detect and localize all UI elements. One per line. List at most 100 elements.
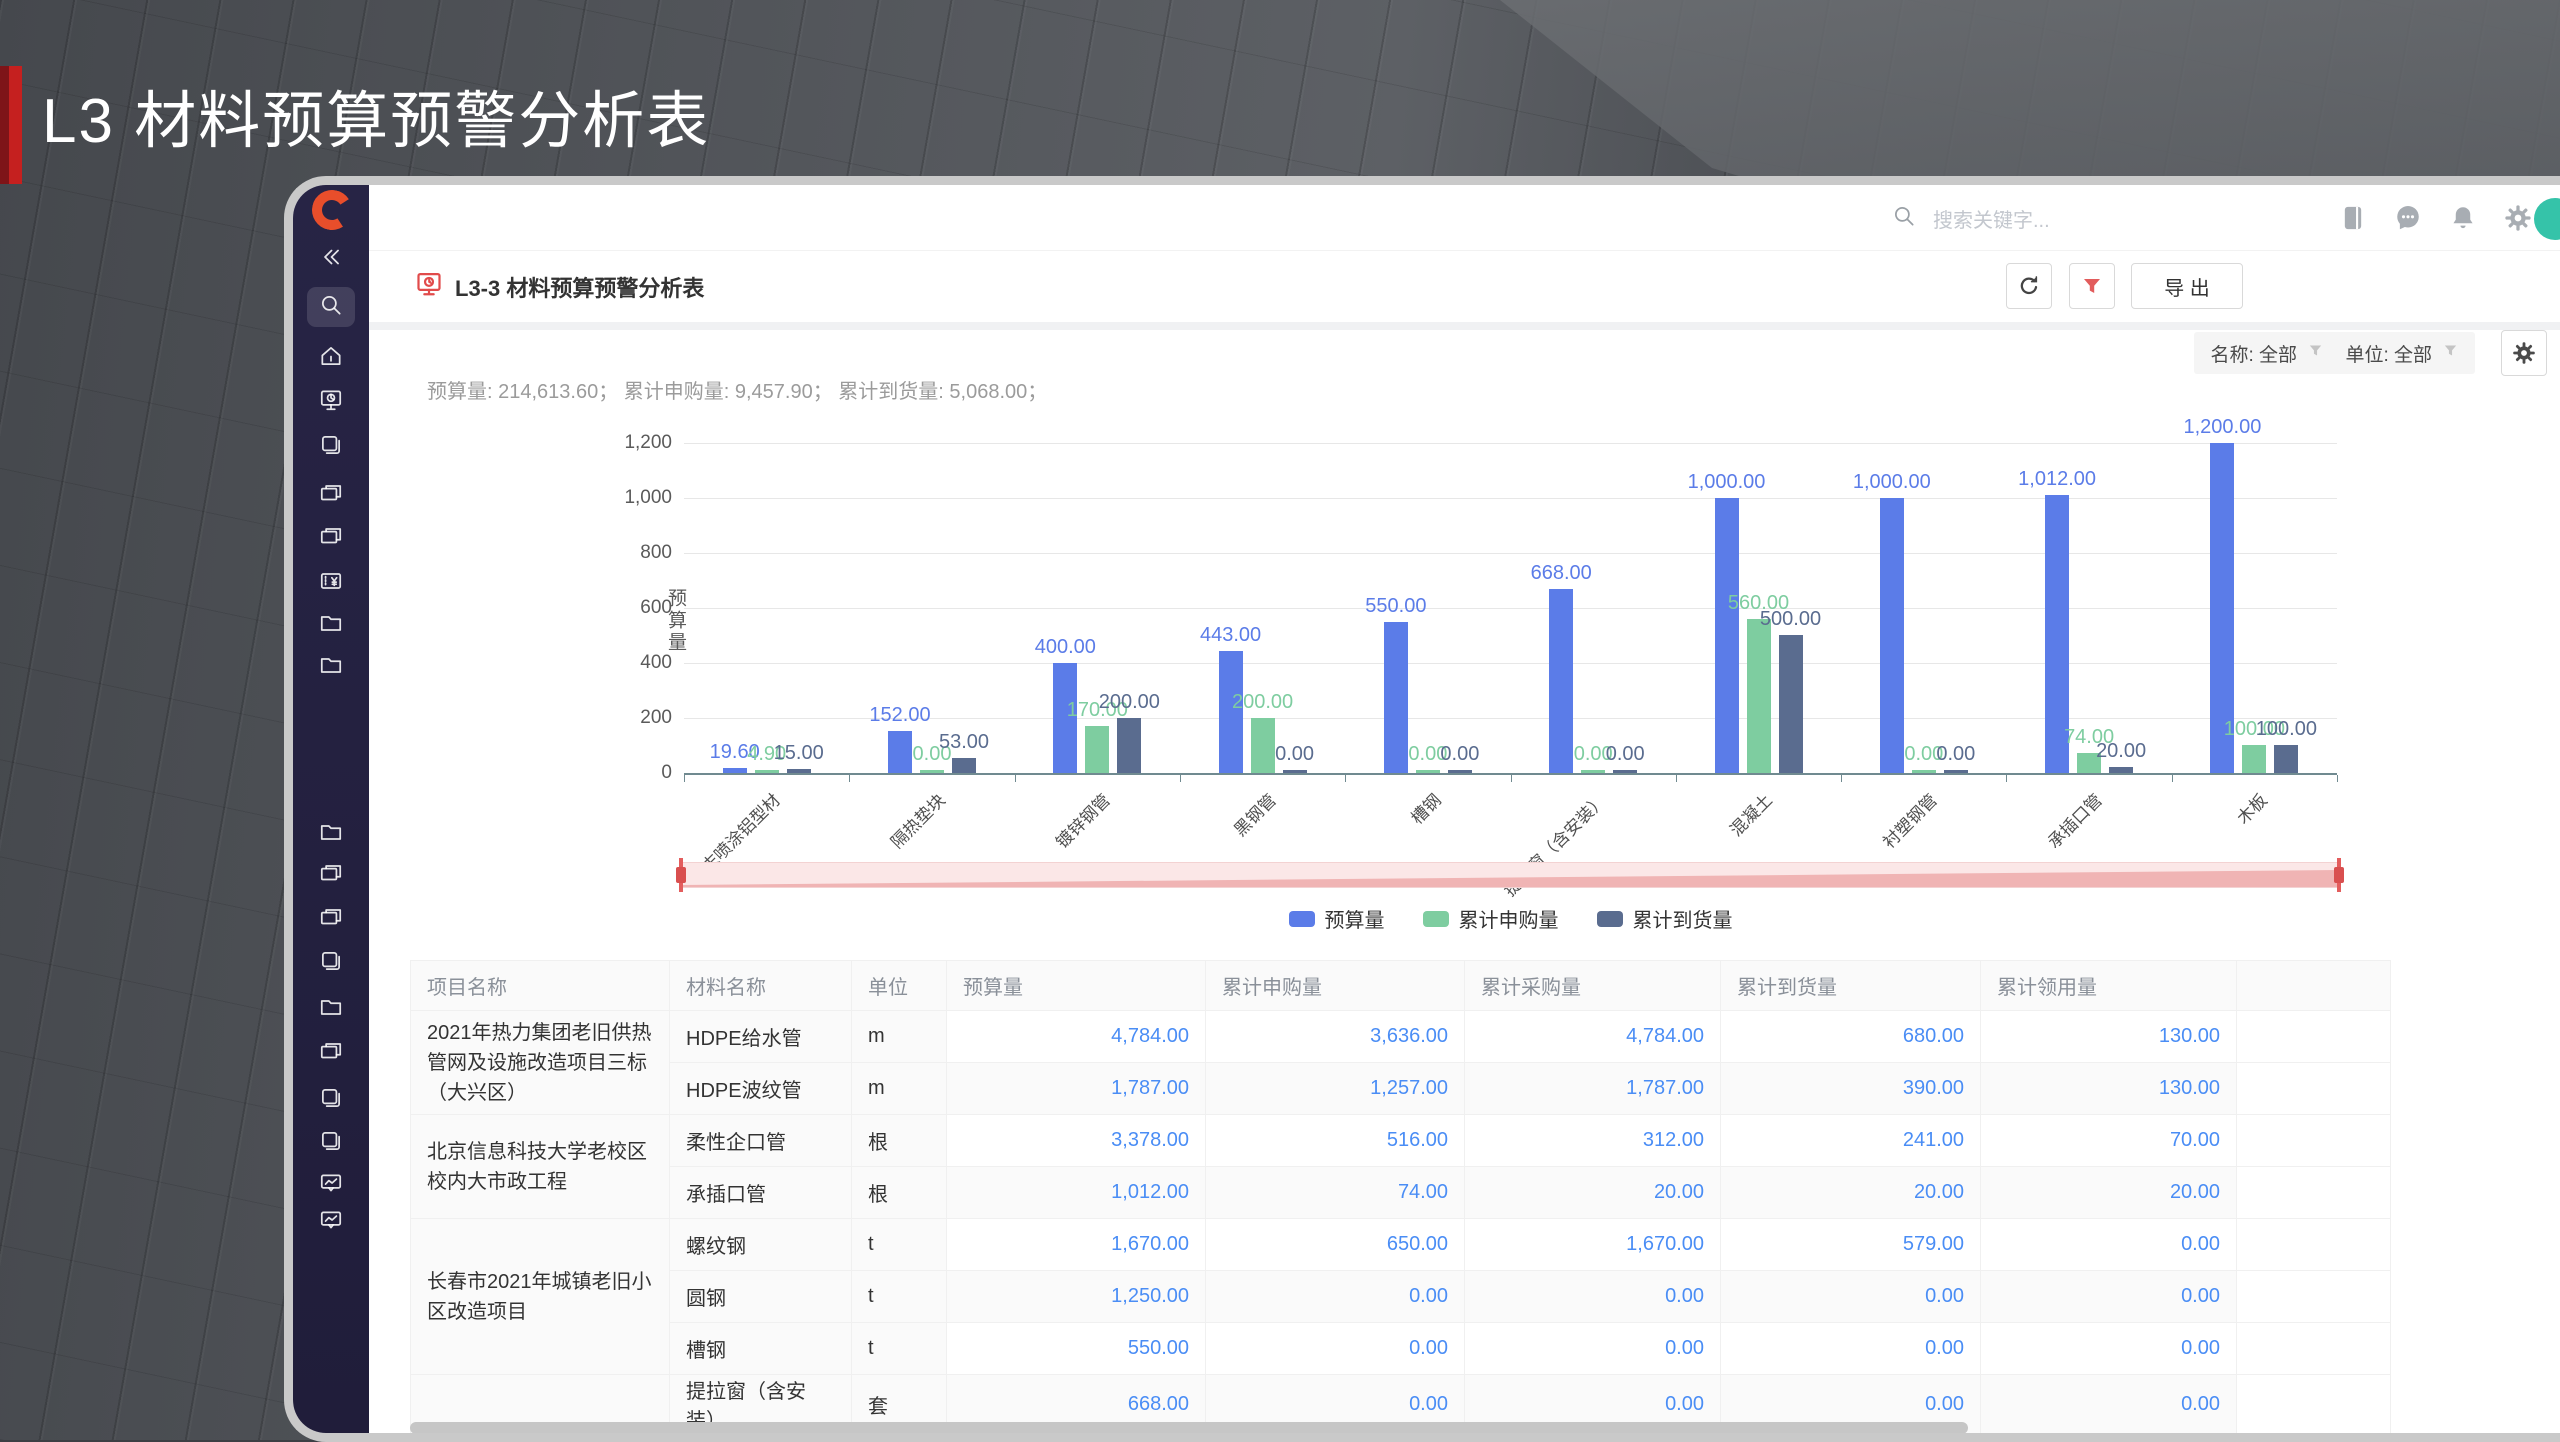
slider-handle-right[interactable] [2337,858,2341,892]
column-header[interactable]: 累计申购量 [1206,961,1465,1011]
bar-累计申购量-槽钢[interactable] [1416,770,1440,773]
sidebar-item-home-2[interactable] [307,338,355,378]
bar-累计到货量-黑钢管[interactable] [1283,770,1307,773]
bar-累计申购量-粉末喷涂铝型材[interactable] [755,770,779,773]
bar-value-label: 1,012.00 [2018,468,2096,491]
legend-item-累计申购量[interactable]: 累计申购量 [1423,904,1559,933]
refresh-button[interactable] [2006,263,2052,309]
sidebar-item-squares-17[interactable] [307,1123,355,1163]
value-cell: 390.00 [1721,1063,1981,1115]
column-header[interactable]: 累计采购量 [1465,961,1721,1011]
bar-预算量-槽钢[interactable] [1384,622,1408,773]
table-row: 承插口管根1,012.0074.0020.0020.0020.00 [411,1167,2391,1219]
sidebar-item-ticket-yen-7[interactable] [307,563,355,603]
user-avatar[interactable] [2534,198,2560,240]
title-accent-bar [0,66,22,184]
bar-预算量-衬塑钢管[interactable] [1880,498,1904,773]
squares-icon [318,1128,344,1159]
sidebar-item-folder-14[interactable] [307,989,355,1029]
sidebar-item-folder-8[interactable] [307,605,355,645]
bar-预算量-粉末喷涂铝型材[interactable] [723,768,747,773]
value-cell: 130.00 [1981,1011,2237,1063]
sidebar-item-windows-12[interactable] [307,899,355,939]
book-icon[interactable] [2338,203,2368,233]
summary-totals: 预算量: 214,613.60； 累计申购量: 9,457.90； 累计到货量:… [427,375,1047,404]
bar-累计到货量-镀锌钢管[interactable] [1117,718,1141,773]
sidebar-item-search-1[interactable] [307,287,355,327]
bar-累计申购量-提拉窗（含安装）[interactable] [1581,770,1605,773]
sidebar-item-folder-9[interactable] [307,647,355,687]
sidebar-item-monitor-pie-3[interactable] [307,382,355,422]
sidebar-item-squares-16[interactable] [307,1080,355,1120]
app-logo-icon[interactable] [308,186,355,233]
global-search[interactable]: 搜索关键字... [1891,185,2050,251]
table-settings-button[interactable] [2501,330,2547,376]
bar-累计申购量-木板[interactable] [2242,745,2266,773]
column-header[interactable]: 预算量 [947,961,1206,1011]
sidebar-item-monitor-chart-18[interactable] [307,1165,355,1205]
material-name-cell: 柔性企口管 [670,1115,852,1167]
sidebar-item-windows-15[interactable] [307,1033,355,1073]
filter-chip-name[interactable]: 名称: 全部 [2194,332,2340,374]
bar-预算量-隔热垫块[interactable] [888,731,912,773]
chart-range-slider[interactable] [680,862,2340,888]
bell-icon[interactable] [2448,203,2478,233]
data-table: 项目名称材料名称单位预算量累计申购量累计采购量累计到货量累计领用量2021年热力… [410,960,2390,1442]
value-cell: 3,378.00 [947,1115,1206,1167]
sidebar-item-squares-4[interactable] [307,427,355,467]
bar-累计申购量-镀锌钢管[interactable] [1085,726,1109,773]
sidebar-item-folder-10[interactable] [307,814,355,854]
column-header[interactable]: 单位 [852,961,947,1011]
x-axis-tick [1841,775,1842,782]
filler-cell [2237,1271,2391,1323]
bar-累计到货量-木板[interactable] [2274,745,2298,773]
slider-handle-left[interactable] [679,858,683,892]
sidebar-item-windows-5[interactable] [307,475,355,515]
bar-累计申购量-黑钢管[interactable] [1251,718,1275,773]
bar-预算量-提拉窗（含安装）[interactable] [1549,589,1573,773]
sidebar-item-windows-11[interactable] [307,855,355,895]
legend-item-累计到货量[interactable]: 累计到货量 [1597,904,1733,933]
material-name-cell: 圆钢 [670,1271,852,1323]
value-cell [1206,1434,1465,1442]
monitor-chart-icon [318,1207,344,1238]
horizontal-scrollbar[interactable] [410,1422,1968,1434]
x-axis-tick [1676,775,1677,782]
bar-累计申购量-隔热垫块[interactable] [920,770,944,773]
bar-累计到货量-混凝土[interactable] [1779,635,1803,773]
funnel-icon [2307,342,2324,365]
bar-累计到货量-粉末喷涂铝型材[interactable] [787,769,811,773]
bar-预算量-混凝土[interactable] [1715,498,1739,773]
x-category-label: 衬塑钢管 [1876,787,1942,853]
bar-累计到货量-隔热垫块[interactable] [952,758,976,773]
bar-累计到货量-衬塑钢管[interactable] [1944,770,1968,773]
bar-累计申购量-混凝土[interactable] [1747,619,1771,773]
bar-累计到货量-承插口管[interactable] [2109,767,2133,773]
sidebar-item-squares-13[interactable] [307,943,355,983]
y-tick-label: 800 [592,542,672,564]
bar-value-label: 443.00 [1200,624,1261,647]
filler-cell [2237,1011,2391,1063]
sidebar-item-collapse-0[interactable] [307,239,355,279]
bar-累计申购量-衬塑钢管[interactable] [1912,770,1936,773]
unit-cell: 根 [852,1167,947,1219]
value-cell: 20.00 [1465,1167,1721,1219]
legend-item-预算量[interactable]: 预算量 [1289,904,1385,933]
sidebar-item-windows-6[interactable] [307,518,355,558]
gear-icon[interactable] [2503,203,2533,233]
column-header[interactable]: 项目名称 [411,961,670,1011]
filter-button[interactable] [2069,263,2115,309]
column-header[interactable]: 累计领用量 [1981,961,2237,1011]
bar-累计到货量-槽钢[interactable] [1448,770,1472,773]
export-button[interactable]: 导 出 [2131,263,2243,309]
filter-chip-unit[interactable]: 单位: 全部 [2329,332,2475,374]
column-header[interactable]: 累计到货量 [1721,961,1981,1011]
chat-icon[interactable] [2393,203,2423,233]
column-header[interactable]: 材料名称 [670,961,852,1011]
unit-cell: 根 [852,1115,947,1167]
search-placeholder: 搜索关键字... [1933,204,2050,233]
sidebar-item-monitor-chart-19[interactable] [307,1202,355,1242]
bar-value-label: 1,200.00 [2183,416,2261,439]
legend-label: 累计申购量 [1459,904,1559,933]
bar-累计到货量-提拉窗（含安装）[interactable] [1613,770,1637,773]
